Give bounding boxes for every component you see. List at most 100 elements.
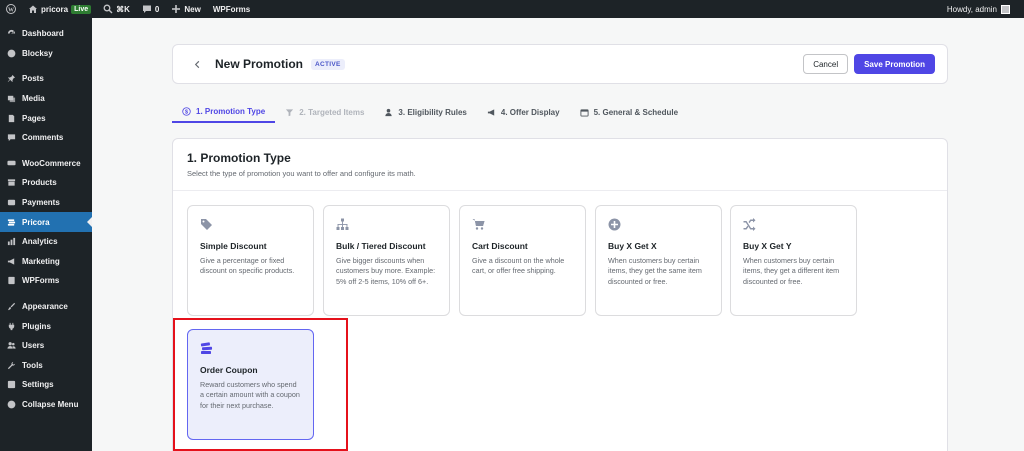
tab-label: 3. Eligibility Rules xyxy=(398,107,467,117)
wordpress-logo-button[interactable]: W xyxy=(0,0,22,18)
sidebar-item-label: Comments xyxy=(22,133,64,143)
comments-link[interactable]: 0 xyxy=(136,0,165,18)
sidebar-item-label: Plugins xyxy=(22,321,51,331)
pin-icon xyxy=(6,74,16,84)
comment-icon xyxy=(142,5,151,13)
back-button[interactable] xyxy=(191,58,203,70)
sidebar-item-wpforms[interactable]: WPForms xyxy=(0,271,92,291)
sidebar-item-plugins[interactable]: Plugins xyxy=(0,316,92,336)
tab-step-2[interactable]: 2. Targeted Items xyxy=(275,101,374,123)
save-promotion-button[interactable]: Save Promotion xyxy=(854,54,935,74)
new-label: New xyxy=(184,4,201,14)
tag-icon xyxy=(200,218,214,232)
sidebar-item-blocksy[interactable]: Blocksy xyxy=(0,44,92,64)
calendar-icon xyxy=(580,108,589,117)
megaphone-icon xyxy=(6,256,16,266)
dollar-icon: $ xyxy=(182,106,191,116)
sidebar-item-label: Collapse Menu xyxy=(22,399,79,409)
sidebar-item-payments[interactable]: Payments xyxy=(0,193,92,213)
page-icon xyxy=(6,113,16,123)
promotion-type-title: Cart Discount xyxy=(472,241,528,251)
forms-icon xyxy=(6,276,16,286)
tab-label: 5. General & Schedule xyxy=(593,107,679,117)
cart-icon xyxy=(472,218,486,232)
step-tabs: $1. Promotion Type 2. Targeted Items 3. El… xyxy=(172,101,948,125)
comment-icon xyxy=(6,133,16,143)
sidebar-item-products[interactable]: Products xyxy=(0,173,92,193)
promotion-type-card-buy-x-get-x[interactable]: Buy X Get X When customers buy certain it… xyxy=(595,205,722,316)
chevron-left-icon xyxy=(194,60,199,68)
site-name-link[interactable]: pricora Live xyxy=(22,0,97,18)
section-description: Select the type of promotion you want to… xyxy=(187,169,416,178)
sidebar-item-collapse-menu[interactable]: Collapse Menu xyxy=(0,395,92,415)
command-search-button[interactable]: ⌘K xyxy=(97,0,136,18)
promotion-type-description: Give bigger discounts when customers buy… xyxy=(336,256,436,286)
promotion-type-description: Give a discount on the whole cart, or of… xyxy=(472,256,565,276)
sidebar-item-pages[interactable]: Pages xyxy=(0,108,92,128)
wrench-icon xyxy=(6,360,16,370)
collapse-icon xyxy=(6,399,16,409)
sidebar-item-dashboard[interactable]: Dashboard xyxy=(0,24,92,44)
tab-step-1[interactable]: $1. Promotion Type xyxy=(172,101,276,123)
home-icon xyxy=(29,5,37,13)
sidebar-item-analytics[interactable]: Analytics xyxy=(0,232,92,252)
tab-label: 1. Promotion Type xyxy=(196,106,266,116)
promotion-type-description: When customers buy certain items, they g… xyxy=(608,256,702,286)
promotion-type-title: Bulk / Tiered Discount xyxy=(336,241,426,251)
promotion-type-title: Buy X Get X xyxy=(608,241,657,251)
sidebar-item-marketing[interactable]: Marketing xyxy=(0,252,92,272)
shuffle-icon xyxy=(743,218,757,232)
svg-text:$: $ xyxy=(185,109,188,115)
promotion-type-card-bulk-tiered-discount[interactable]: Bulk / Tiered Discount Give bigger discou… xyxy=(323,205,450,316)
sidebar-item-label: WPForms xyxy=(22,276,60,286)
new-content-link[interactable]: New xyxy=(165,0,206,18)
account-menu[interactable]: Howdy, admin xyxy=(946,4,1024,14)
sidebar-item-settings[interactable]: Settings xyxy=(0,375,92,395)
howdy-text: Howdy, admin xyxy=(946,4,997,14)
sidebar-item-media[interactable]: Media xyxy=(0,89,92,109)
pricora-icon xyxy=(6,217,16,227)
cancel-button[interactable]: Cancel xyxy=(803,54,849,74)
media-icon xyxy=(6,94,16,104)
sidebar-item-users[interactable]: Users xyxy=(0,336,92,356)
sidebar-item-woocommerce[interactable]: WooCommerce xyxy=(0,154,92,174)
settings-icon xyxy=(6,380,16,390)
tab-step-4[interactable]: 4. Offer Display xyxy=(477,101,570,123)
section-title: 1. Promotion Type xyxy=(187,151,291,165)
plus-icon xyxy=(172,5,181,13)
promotion-header: New Promotion ACTIVE Cancel Save Promoti… xyxy=(172,44,948,84)
page-title: New Promotion xyxy=(215,57,304,71)
sidebar-item-pricora[interactable]: Pricora xyxy=(0,212,92,232)
sidebar-item-comments[interactable]: Comments xyxy=(0,128,92,148)
sidebar-item-posts[interactable]: Posts xyxy=(0,69,92,89)
svg-text:W: W xyxy=(8,7,14,13)
archive-icon xyxy=(6,178,16,188)
wpforms-label: WPForms xyxy=(212,4,251,14)
sidebar-item-label: Pages xyxy=(22,113,46,123)
woo-icon xyxy=(6,158,16,168)
chart-icon xyxy=(6,237,16,247)
payments-icon xyxy=(6,198,16,208)
tab-step-3[interactable]: 3. Eligibility Rules xyxy=(374,101,476,123)
admin-bar: W pricora Live ⌘K 0 New WPForms Howdy, a… xyxy=(0,0,1024,18)
plugin-icon xyxy=(6,321,16,331)
plus-circle-icon xyxy=(608,218,622,232)
sidebar-item-label: Tools xyxy=(22,360,43,370)
sidebar-item-label: Analytics xyxy=(22,237,58,247)
promotion-type-card-buy-x-get-y[interactable]: Buy X Get Y When customers buy certain it… xyxy=(730,205,857,316)
sidebar-item-appearance[interactable]: Appearance xyxy=(0,297,92,317)
sidebar-item-label: Dashboard xyxy=(22,29,64,39)
wpforms-link[interactable]: WPForms xyxy=(207,0,256,18)
live-badge: Live xyxy=(71,4,92,14)
blocksy-icon xyxy=(6,48,16,58)
promotion-type-description: When customers buy certain items, they g… xyxy=(743,256,840,286)
status-badge: ACTIVE xyxy=(311,58,345,70)
sidebar-item-label: WooCommerce xyxy=(22,158,81,168)
promotion-type-card-cart-discount[interactable]: Cart Discount Give a discount on the whol… xyxy=(459,205,586,316)
tab-step-5[interactable]: 5. General & Schedule xyxy=(570,101,688,123)
sidebar-item-label: Marketing xyxy=(22,256,60,266)
user-icon xyxy=(385,108,393,116)
sitemap-icon xyxy=(336,218,350,232)
promotion-type-card-simple-discount[interactable]: Simple Discount Give a percentage or fixe… xyxy=(187,205,314,316)
sidebar-item-tools[interactable]: Tools xyxy=(0,356,92,376)
